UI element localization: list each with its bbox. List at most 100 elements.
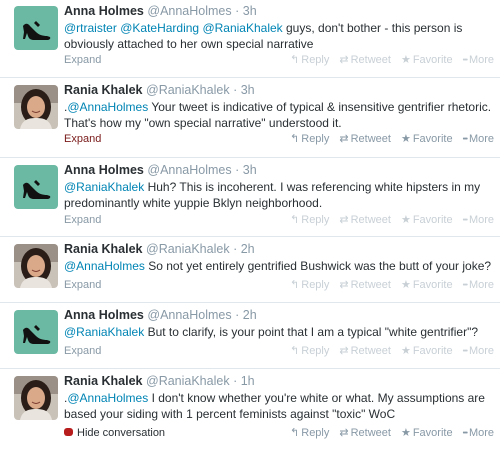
tweet-actions: ↰ Reply ⇄ Retweet ★ Favorite ••• More (280, 425, 494, 442)
tweet-header: Anna Holmes @AnnaHolmes · 3h (64, 163, 492, 178)
avatar[interactable] (14, 165, 58, 209)
tweet[interactable]: Anna Holmes @AnnaHolmes · 2h @RaniaKhale… (0, 303, 500, 369)
mention-link[interactable]: @AnnaHolmes (67, 391, 148, 405)
retweet-icon: ⇄ (339, 214, 349, 226)
retweet-label: Retweet (350, 214, 391, 226)
hide-conversation-label: Hide conversation (77, 427, 166, 439)
more-button[interactable]: ••• More (463, 52, 494, 69)
conversation-icon (64, 428, 73, 436)
timestamp[interactable]: 3h (243, 163, 257, 177)
reply-button[interactable]: ↰ Reply (290, 425, 329, 441)
tweet[interactable]: Rania Khalek @RaniaKhalek · 1h .@AnnaHol… (0, 369, 500, 453)
separator-dot: · (235, 4, 240, 18)
tweet-actions: ↰ Reply ⇄ Retweet ★ Favorite ••• More (280, 212, 494, 229)
expand-link[interactable]: Expand (64, 131, 101, 147)
favorite-button[interactable]: ★ Favorite (401, 425, 453, 441)
tweet-actions: ↰ Reply ⇄ Retweet ★ Favorite ••• More (280, 131, 494, 148)
tweet[interactable]: Rania Khalek @RaniaKhalek · 3h .@AnnaHol… (0, 78, 500, 158)
mention-link[interactable]: @AnnaHolmes (67, 100, 148, 114)
favorite-button[interactable]: ★ Favorite (401, 212, 453, 228)
reply-icon: ↰ (290, 427, 300, 439)
expand-link[interactable]: Expand (64, 52, 101, 68)
timestamp[interactable]: 3h (241, 83, 255, 97)
tweet-text: @rtraister @KateHarding @RaniaKhalek guy… (64, 20, 492, 52)
expand-link[interactable]: Expand (64, 212, 101, 228)
retweet-button[interactable]: ⇄ Retweet (339, 343, 391, 359)
hide-conversation-link[interactable]: Hide conversation (64, 425, 165, 441)
reply-button[interactable]: ↰ Reply (290, 212, 329, 228)
author-fullname[interactable]: Anna Holmes (64, 308, 144, 322)
favorite-label: Favorite (412, 345, 453, 357)
mention-link[interactable]: @rtraister (64, 21, 117, 35)
author-fullname[interactable]: Rania Khalek (64, 242, 143, 256)
retweet-button[interactable]: ⇄ Retweet (339, 131, 391, 147)
favorite-button[interactable]: ★ Favorite (401, 52, 453, 68)
author-username[interactable]: @AnnaHolmes (147, 4, 231, 18)
retweet-button[interactable]: ⇄ Retweet (339, 52, 391, 68)
reply-button[interactable]: ↰ Reply (290, 277, 329, 293)
avatar[interactable] (14, 6, 58, 50)
author-username[interactable]: @AnnaHolmes (147, 308, 231, 322)
author-username[interactable]: @RaniaKhalek (146, 83, 230, 97)
tweet[interactable]: Anna Holmes @AnnaHolmes · 3h @rtraister … (0, 0, 500, 78)
mention-link[interactable]: @AnnaHolmes (64, 259, 145, 273)
reply-button[interactable]: ↰ Reply (290, 52, 329, 68)
tweet-actions: ↰ Reply ⇄ Retweet ★ Favorite ••• More (280, 52, 494, 69)
favorite-icon: ★ (400, 345, 411, 357)
retweet-button[interactable]: ⇄ Retweet (339, 212, 391, 228)
avatar[interactable] (14, 85, 58, 129)
reply-icon: ↰ (290, 54, 300, 66)
more-icon: ••• (462, 430, 468, 437)
tweet-text: @RaniaKhalek Huh? This is incoherent. I … (64, 179, 492, 211)
tweet[interactable]: Rania Khalek @RaniaKhalek · 2h @AnnaHolm… (0, 237, 500, 303)
mention-link[interactable]: @KateHarding (120, 21, 199, 35)
more-button[interactable]: ••• More (463, 343, 494, 360)
reply-label: Reply (301, 279, 330, 291)
author-fullname[interactable]: Rania Khalek (64, 83, 143, 97)
more-button[interactable]: ••• More (463, 131, 494, 148)
retweet-button[interactable]: ⇄ Retweet (339, 425, 391, 441)
separator-dot: · (233, 83, 238, 97)
shoe-silhouette-avatar (14, 165, 58, 209)
favorite-button[interactable]: ★ Favorite (401, 131, 453, 147)
more-button[interactable]: ••• More (463, 425, 494, 442)
retweet-icon: ⇄ (339, 427, 349, 439)
separator-dot: · (235, 163, 240, 177)
timestamp[interactable]: 2h (241, 242, 255, 256)
favorite-button[interactable]: ★ Favorite (401, 343, 453, 359)
avatar[interactable] (14, 244, 58, 288)
retweet-button[interactable]: ⇄ Retweet (339, 277, 391, 293)
retweet-icon: ⇄ (339, 279, 349, 291)
expand-link[interactable]: Expand (64, 277, 101, 293)
author-username[interactable]: @RaniaKhalek (146, 374, 230, 388)
mention-link[interactable]: @RaniaKhalek (64, 325, 144, 339)
more-button[interactable]: ••• More (463, 277, 494, 294)
avatar[interactable] (14, 310, 58, 354)
author-fullname[interactable]: Anna Holmes (64, 163, 144, 177)
author-fullname[interactable]: Anna Holmes (64, 4, 144, 18)
more-label: More (468, 279, 494, 291)
reply-button[interactable]: ↰ Reply (290, 343, 329, 359)
tweet[interactable]: Anna Holmes @AnnaHolmes · 3h @RaniaKhale… (0, 158, 500, 237)
mention-link[interactable]: @RaniaKhalek (64, 180, 144, 194)
mention-link[interactable]: @RaniaKhalek (202, 21, 282, 35)
avatar[interactable] (14, 376, 58, 420)
author-fullname[interactable]: Rania Khalek (64, 374, 143, 388)
tweet-header: Rania Khalek @RaniaKhalek · 1h (64, 374, 492, 389)
favorite-label: Favorite (412, 427, 453, 439)
tweet-text: @RaniaKhalek But to clarify, is your poi… (64, 324, 492, 340)
profile-photo-avatar (14, 376, 58, 420)
reply-label: Reply (301, 345, 330, 357)
author-username[interactable]: @AnnaHolmes (147, 163, 231, 177)
expand-link[interactable]: Expand (64, 343, 101, 359)
favorite-icon: ★ (400, 133, 411, 145)
timestamp[interactable]: 1h (241, 374, 255, 388)
favorite-icon: ★ (400, 214, 411, 226)
timestamp[interactable]: 2h (243, 308, 257, 322)
reply-button[interactable]: ↰ Reply (290, 131, 329, 147)
favorite-button[interactable]: ★ Favorite (401, 277, 453, 293)
retweet-icon: ⇄ (339, 345, 349, 357)
timestamp[interactable]: 3h (243, 4, 257, 18)
author-username[interactable]: @RaniaKhalek (146, 242, 230, 256)
more-button[interactable]: ••• More (463, 212, 494, 229)
